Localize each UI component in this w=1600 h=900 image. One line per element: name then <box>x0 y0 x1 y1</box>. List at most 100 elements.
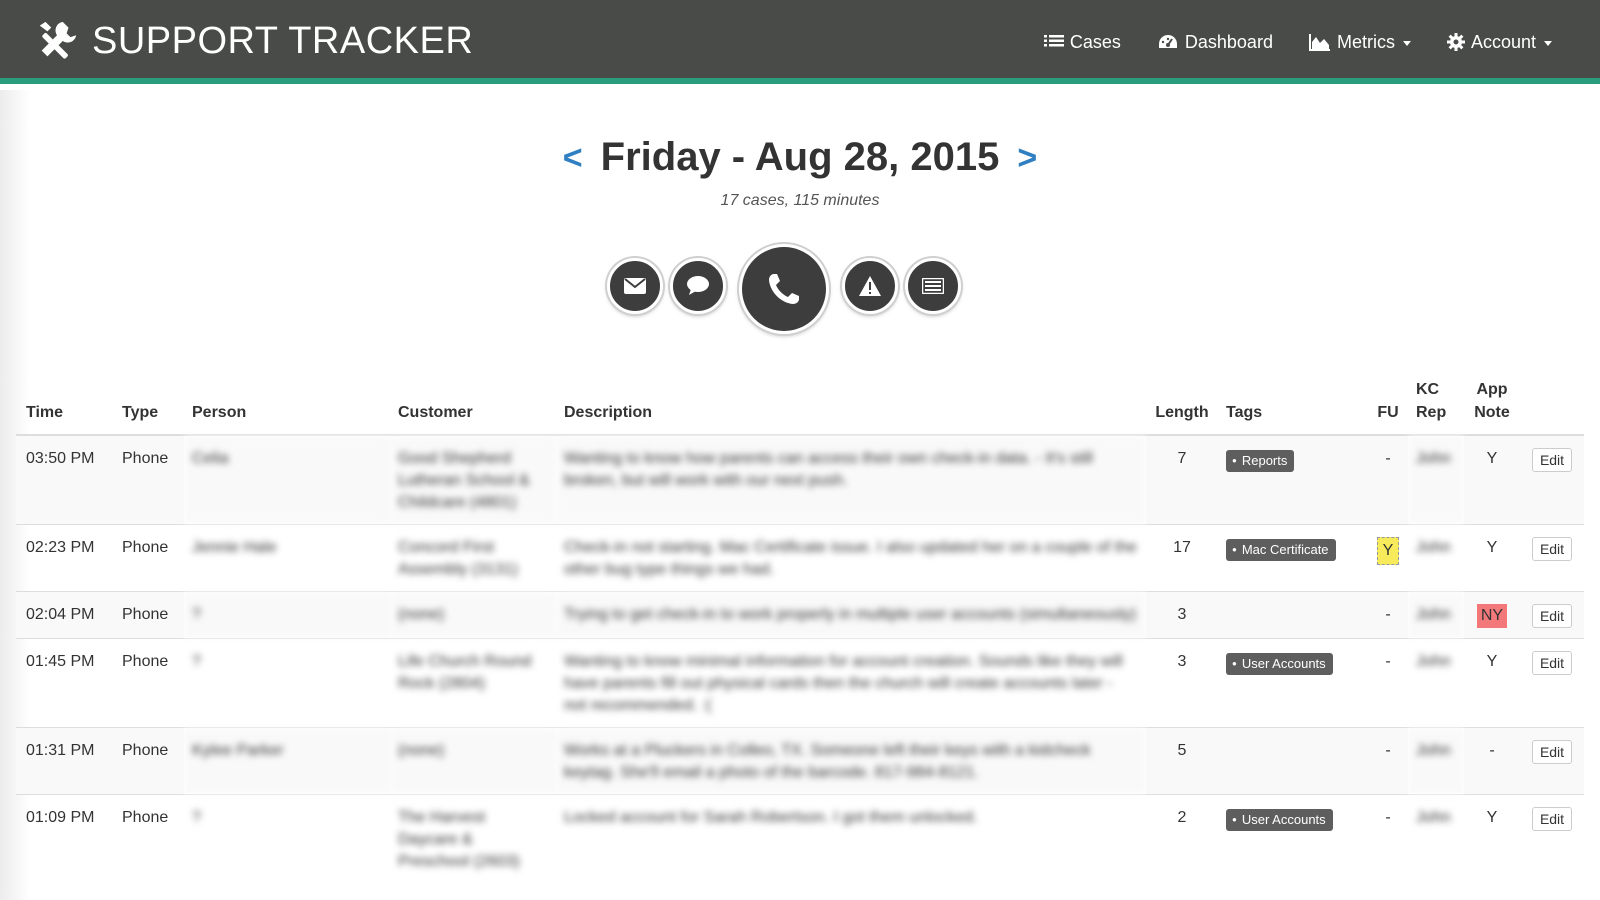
warning-icon <box>859 276 881 296</box>
cell-fu: Y <box>1368 524 1408 592</box>
cell-app-note: Y <box>1464 794 1520 883</box>
col-app-note[interactable]: App Note <box>1464 374 1520 436</box>
table-row[interactable]: 01:45 PM Phone ? Life Church Round Rock … <box>16 638 1584 728</box>
customer-link[interactable]: The Harvest Daycare & Preschool (2603) <box>390 794 556 883</box>
brand[interactable]: SUPPORT TRACKER <box>34 18 473 64</box>
dashboard-icon <box>1158 35 1177 48</box>
nav-account[interactable]: Account <box>1446 32 1552 53</box>
cell-length: 3 <box>1146 638 1218 728</box>
edit-button[interactable]: Edit <box>1531 448 1573 472</box>
page-title: Friday - Aug 28, 2015 <box>600 135 1000 179</box>
cell-time: 02:04 PM <box>16 591 114 639</box>
next-day-button[interactable]: > <box>1017 141 1037 175</box>
cell-length: 2 <box>1146 794 1218 883</box>
cell-time: 01:09 PM <box>16 794 114 883</box>
table-row[interactable]: 01:31 PM Phone Kylee Parker (none) Works… <box>16 727 1584 795</box>
cell-actions: Edit <box>1520 638 1584 728</box>
cell-tags <box>1218 727 1368 795</box>
cell-description: Works at a Pluckers in Colleo, TX. Someo… <box>556 727 1146 795</box>
customer-link[interactable]: Concord First Assembly (3131) <box>390 524 556 592</box>
cell-actions: Edit <box>1520 524 1584 592</box>
speech-bubble-icon <box>687 276 709 295</box>
col-person[interactable]: Person <box>184 374 390 436</box>
cell-time: 03:50 PM <box>16 434 114 525</box>
fu-flag: Y <box>1376 537 1400 565</box>
cell-actions: Edit <box>1520 591 1584 639</box>
filter-alert-button[interactable] <box>842 258 898 314</box>
cell-kc-rep: John <box>1408 638 1464 728</box>
cell-description: Trying to get check-in to work properly … <box>556 591 1146 639</box>
tag-badge[interactable]: User Accounts <box>1226 653 1333 675</box>
cell-type: Phone <box>114 727 184 795</box>
table-row[interactable]: 02:23 PM Phone Jennie Hale Concord First… <box>16 524 1584 592</box>
cell-description: Check-in not starting. Mac Certificate i… <box>556 524 1146 592</box>
col-length[interactable]: Length <box>1146 374 1218 436</box>
col-description[interactable]: Description <box>556 374 1146 436</box>
prev-day-button[interactable]: < <box>563 141 583 175</box>
app-title: SUPPORT TRACKER <box>92 19 474 62</box>
tag-badge[interactable]: Reports <box>1226 450 1295 472</box>
cell-time: 01:45 PM <box>16 638 114 728</box>
edit-button[interactable]: Edit <box>1531 537 1573 561</box>
cell-tags <box>1218 591 1368 639</box>
cell-kc-rep: John <box>1408 434 1464 525</box>
table-row[interactable]: 01:09 PM Phone ? The Harvest Daycare & P… <box>16 794 1584 883</box>
cell-app-note: Y <box>1464 434 1520 525</box>
filter-email-button[interactable] <box>607 258 663 314</box>
col-fu[interactable]: FU <box>1368 374 1408 436</box>
cell-kc-rep: John <box>1408 524 1464 592</box>
list-box-icon <box>922 278 944 294</box>
cell-type: Phone <box>114 524 184 592</box>
main-nav: Cases Dashboard Metrics Account <box>1043 0 1552 84</box>
filter-other-button[interactable] <box>905 258 961 314</box>
edit-button[interactable]: Edit <box>1531 807 1573 831</box>
edit-button[interactable]: Edit <box>1531 740 1573 764</box>
cell-person: Celia <box>184 434 390 525</box>
filter-chat-button[interactable] <box>670 258 726 314</box>
edit-button[interactable]: Edit <box>1531 604 1573 628</box>
cell-person: ? <box>184 591 390 639</box>
col-kc-rep-line2: Rep <box>1416 404 1447 421</box>
cell-type: Phone <box>114 638 184 728</box>
table-row[interactable]: 02:04 PM Phone ? (none) Trying to get ch… <box>16 591 1584 639</box>
cell-customer: (none) <box>390 591 556 639</box>
cell-type: Phone <box>114 591 184 639</box>
cell-description: Wanting to know minimal information for … <box>556 638 1146 728</box>
cell-fu: - <box>1368 638 1408 728</box>
cell-fu: - <box>1368 591 1408 639</box>
cell-person: ? <box>184 638 390 728</box>
cell-type: Phone <box>114 794 184 883</box>
cell-description: Locked account for Sarah Robertson. I go… <box>556 794 1146 883</box>
nav-metrics[interactable]: Metrics <box>1308 31 1411 53</box>
col-type[interactable]: Type <box>114 374 184 436</box>
col-customer[interactable]: Customer <box>390 374 556 436</box>
cell-fu: - <box>1368 434 1408 525</box>
customer-link[interactable]: Life Church Round Rock (2804) <box>390 638 556 728</box>
nav-metrics-label: Metrics <box>1336 31 1395 52</box>
cell-description: Wanting to know how parents can access t… <box>556 434 1146 525</box>
col-tags[interactable]: Tags <box>1218 374 1368 436</box>
filter-phone-button[interactable] <box>739 244 829 334</box>
cell-actions: Edit <box>1520 727 1584 795</box>
edit-button[interactable]: Edit <box>1531 651 1573 675</box>
customer-link[interactable]: Good Shepherd Lutheran School & Childcar… <box>390 434 556 525</box>
cell-fu: - <box>1368 727 1408 795</box>
col-app-note-line2: Note <box>1474 404 1510 421</box>
cell-fu: - <box>1368 794 1408 883</box>
cell-kc-rep: John <box>1408 591 1464 639</box>
app-note-flag: NY <box>1476 604 1508 628</box>
day-summary: 17 cases, 115 minutes <box>720 192 880 209</box>
nav-dashboard[interactable]: Dashboard <box>1157 32 1273 53</box>
cell-person: Jennie Hale <box>184 524 390 592</box>
table-row[interactable]: 03:50 PM Phone Celia Good Shepherd Luthe… <box>16 434 1584 525</box>
cell-time: 02:23 PM <box>16 524 114 592</box>
tag-badge[interactable]: User Accounts <box>1226 809 1333 831</box>
col-kc-rep-line1: KC <box>1416 381 1440 398</box>
cell-person: Kylee Parker <box>184 727 390 795</box>
col-time[interactable]: Time <box>16 374 114 436</box>
col-kc-rep[interactable]: KC Rep <box>1408 374 1464 436</box>
nav-cases[interactable]: Cases <box>1043 32 1121 53</box>
tag-badge[interactable]: Mac Certificate <box>1226 539 1336 561</box>
envelope-icon <box>624 278 646 294</box>
cell-length: 5 <box>1146 727 1218 795</box>
